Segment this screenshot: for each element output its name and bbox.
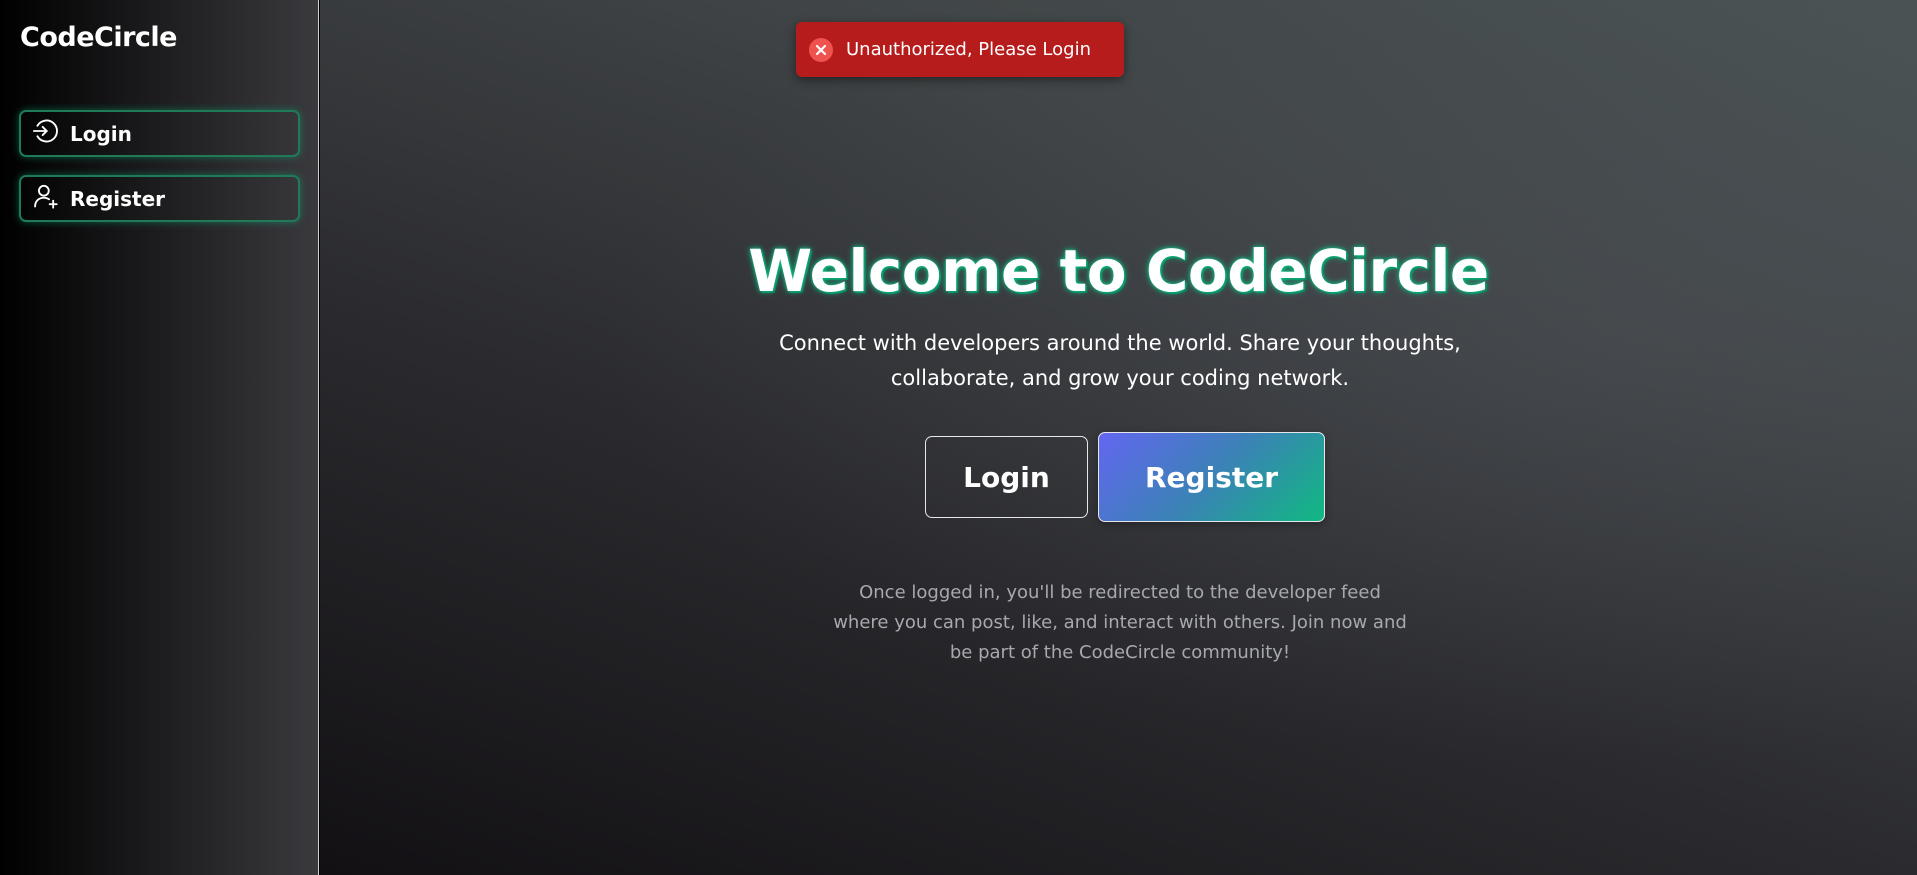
app-root: CodeCircle Login Register Unauthorized, …: [0, 0, 1917, 875]
sidebar: CodeCircle Login Register: [0, 0, 319, 875]
error-toast[interactable]: Unauthorized, Please Login: [796, 22, 1124, 77]
hero-subtitle: Connect with developers around the world…: [779, 331, 1461, 390]
sidebar-item-label: Register: [70, 186, 166, 211]
toast-message: Unauthorized, Please Login: [846, 39, 1091, 60]
register-button[interactable]: Register: [1098, 432, 1325, 522]
hero-note: Once logged in, you'll be redirected to …: [833, 582, 1407, 663]
login-icon: [31, 117, 70, 150]
sidebar-item-register[interactable]: Register: [19, 175, 300, 222]
sidebar-item-login[interactable]: Login: [19, 110, 300, 157]
login-button[interactable]: Login: [925, 436, 1088, 518]
brand-logo[interactable]: CodeCircle: [20, 22, 177, 53]
error-x-icon: [809, 37, 833, 62]
hero-title: Welcome to CodeCircle: [748, 237, 1489, 305]
sidebar-item-label: Login: [70, 121, 132, 146]
user-plus-icon: [31, 182, 70, 215]
